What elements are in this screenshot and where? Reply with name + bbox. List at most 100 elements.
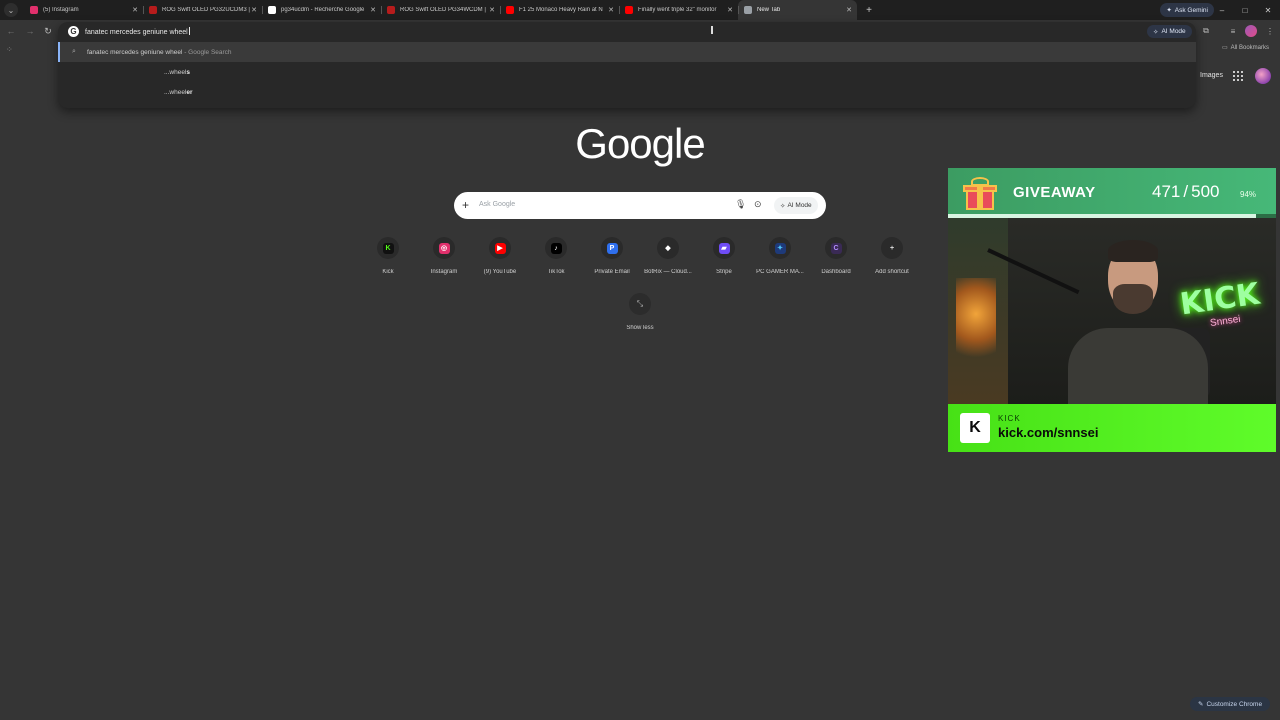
tab-search-chevron-icon[interactable]: ⌄	[4, 3, 18, 17]
customize-chrome-label: Customize Chrome	[1206, 700, 1263, 708]
shortcut-tile[interactable]: + Add shortcut	[864, 237, 920, 275]
shortcut-tile[interactable]: ♪ TikTok	[528, 237, 584, 275]
profile-avatar[interactable]	[1255, 68, 1271, 84]
suggestion-text: wheel	[169, 68, 187, 76]
shortcut-favicon-icon: ▶	[494, 242, 506, 254]
suggestion-subtext: - Google Search	[182, 48, 232, 56]
tab[interactable]: F1 25 Monaco Heavy Rain at N ✕	[500, 0, 619, 20]
minimize-button[interactable]: –	[1211, 0, 1233, 20]
reload-icon[interactable]: ↻	[42, 25, 54, 37]
shortcut-tile[interactable]: ▰ Stripe	[696, 237, 752, 275]
giveaway-banner: GIVEAWAY 471/500 94%	[948, 168, 1276, 218]
shortcut-favicon-icon: +	[886, 242, 898, 254]
reading-list-icon[interactable]: ≡	[1227, 25, 1239, 37]
shortcut-tile[interactable]: P Private Email	[584, 237, 640, 275]
shortcut-tile[interactable]: ◆ BotRix — Cloud...	[640, 237, 696, 275]
suggestion-bold: er	[186, 88, 193, 96]
customize-chrome-button[interactable]: ✎ Customize Chrome	[1190, 697, 1271, 711]
back-arrow-icon[interactable]: ←	[5, 25, 17, 37]
shortcut-label: Add shortcut	[875, 269, 909, 275]
shortcut-label: Stripe	[716, 269, 732, 275]
show-less-button[interactable]: ⤡ Show less	[626, 293, 654, 331]
shortcut-tile[interactable]: C Dashboard	[808, 237, 864, 275]
profile-avatar-toolbar[interactable]	[1245, 25, 1257, 37]
tab-close-icon[interactable]: ✕	[726, 6, 734, 14]
shortcut-favicon-icon: ◎	[438, 242, 450, 254]
tab[interactable]: ROG Swift OLED PG32UCDM3 | ✕	[143, 0, 262, 20]
plus-icon[interactable]: +	[462, 198, 469, 212]
tab-favicon-icon	[744, 6, 752, 14]
folder-icon: ▭	[1222, 45, 1228, 51]
ai-mode-button[interactable]: ✧ AI Mode	[774, 197, 818, 214]
suggestion-row[interactable]: ⌕ fanatec mercedes geniune wheel - Googl…	[58, 42, 1196, 62]
gemini-sparkle-icon: ✦	[1166, 7, 1172, 14]
kick-label: KICK	[998, 414, 1021, 423]
tab-close-icon[interactable]: ✕	[607, 6, 615, 14]
shortcut-tile[interactable]: ◎ Instagram	[416, 237, 472, 275]
forward-arrow-icon[interactable]: →	[24, 25, 36, 37]
ask-gemini-button[interactable]: ✦ Ask Gemini	[1160, 3, 1214, 17]
images-link[interactable]: Images	[1200, 72, 1223, 79]
shortcut-tile[interactable]: ▶ (9) YouTube	[472, 237, 528, 275]
suggestion-text: wheel	[169, 88, 187, 96]
gift-icon	[962, 176, 998, 210]
menu-dots-icon[interactable]: ⋮	[1264, 25, 1276, 37]
pencil-icon: ✎	[1198, 701, 1204, 708]
apps-shortcut-icon[interactable]: ⁘	[6, 45, 13, 54]
new-tab-button[interactable]: +	[861, 5, 877, 16]
shortcut-tile[interactable]: K Kick	[360, 237, 416, 275]
suggestion-row[interactable]: ...wheeler	[58, 82, 1196, 102]
tab-close-icon[interactable]: ✕	[845, 6, 853, 14]
extensions-icon[interactable]: ⧉	[1200, 25, 1212, 37]
all-bookmarks-label: All Bookmarks	[1230, 44, 1270, 51]
shortcut-tile[interactable]: ✦ PC GAMER MA...	[752, 237, 808, 275]
shortcut-favicon-icon: ✦	[774, 242, 786, 254]
ai-sparkle-icon: ✧	[1153, 28, 1159, 36]
shortcut-label: (9) YouTube	[483, 269, 517, 275]
google-lens-icon[interactable]: ⊙	[754, 199, 762, 210]
ntp-search-box[interactable]: + Ask Google 🎙 ⊙ ✧ AI Mode	[454, 192, 826, 219]
omnibox-input[interactable]: G fanatec mercedes geniune wheel	[58, 22, 1196, 40]
text-cursor-icon	[711, 26, 713, 34]
shortcut-icon-circle: P	[601, 237, 623, 259]
shortcut-favicon-icon: ▰	[718, 242, 730, 254]
tab[interactable]: Finally went triple 32" monitor ✕	[619, 0, 738, 20]
tab[interactable]: New Tab ✕	[738, 0, 857, 20]
omnibox-typed-text: fanatec mercedes geniune wheel	[85, 29, 188, 36]
shortcut-favicon-icon: ◆	[662, 242, 674, 254]
kick-url: kick.com/snnsei	[998, 425, 1099, 440]
maximize-button[interactable]: □	[1234, 0, 1256, 20]
shortcut-label: Dashboard	[821, 269, 851, 275]
tab-favicon-icon	[149, 6, 157, 14]
close-window-button[interactable]: ✕	[1257, 0, 1279, 20]
shortcut-icon-circle: +	[881, 237, 903, 259]
tab[interactable]: pg34ucdm - Recherche Google ✕	[262, 0, 381, 20]
tab-close-icon[interactable]: ✕	[369, 6, 377, 14]
tab-close-icon[interactable]: ✕	[131, 6, 139, 14]
stream-overlay: GIVEAWAY 471/500 94% KICK Snnsei K KICK …	[948, 168, 1276, 452]
shortcut-favicon-icon: C	[830, 242, 842, 254]
tab-title: F1 25 Monaco Heavy Rain at N	[519, 7, 603, 13]
all-bookmarks[interactable]: ▭ All Bookmarks	[1222, 44, 1270, 52]
shortcut-label: Private Email	[594, 269, 630, 275]
collapse-icon: ⤡	[629, 293, 651, 315]
shortcut-icon-circle: ▶	[489, 237, 511, 259]
shortcut-icon-circle: ◎	[433, 237, 455, 259]
ai-mode-chip[interactable]: ✧ AI Mode	[1147, 25, 1192, 38]
shortcut-grid: K Kick ◎ Instagram ▶ (9) YouTube ♪ TikTok P Priva…	[360, 237, 920, 275]
tab[interactable]: (5) Instagram ✕	[24, 0, 143, 20]
suggestion-row[interactable]: ...wheels	[58, 62, 1196, 82]
tab-strip: ⌄ (5) Instagram ✕ ROG Swift OLED PG32UCDM3…	[0, 0, 1280, 20]
google-apps-icon[interactable]	[1233, 71, 1243, 81]
kick-logo-icon: K	[960, 413, 990, 443]
shortcut-favicon-icon: K	[382, 242, 394, 254]
shortcut-icon-circle: ✦	[769, 237, 791, 259]
tab-favicon-icon	[506, 6, 514, 14]
tab-close-icon[interactable]: ✕	[250, 6, 258, 14]
tab[interactable]: ROG Swift OLED PG34WCDM | ✕	[381, 0, 500, 20]
giveaway-total: 500	[1191, 182, 1220, 201]
google-logo: Google	[575, 120, 705, 167]
tab-title: (5) Instagram	[43, 7, 79, 13]
microphone-icon[interactable]: 🎙	[735, 199, 746, 210]
tab-close-icon[interactable]: ✕	[488, 6, 496, 14]
